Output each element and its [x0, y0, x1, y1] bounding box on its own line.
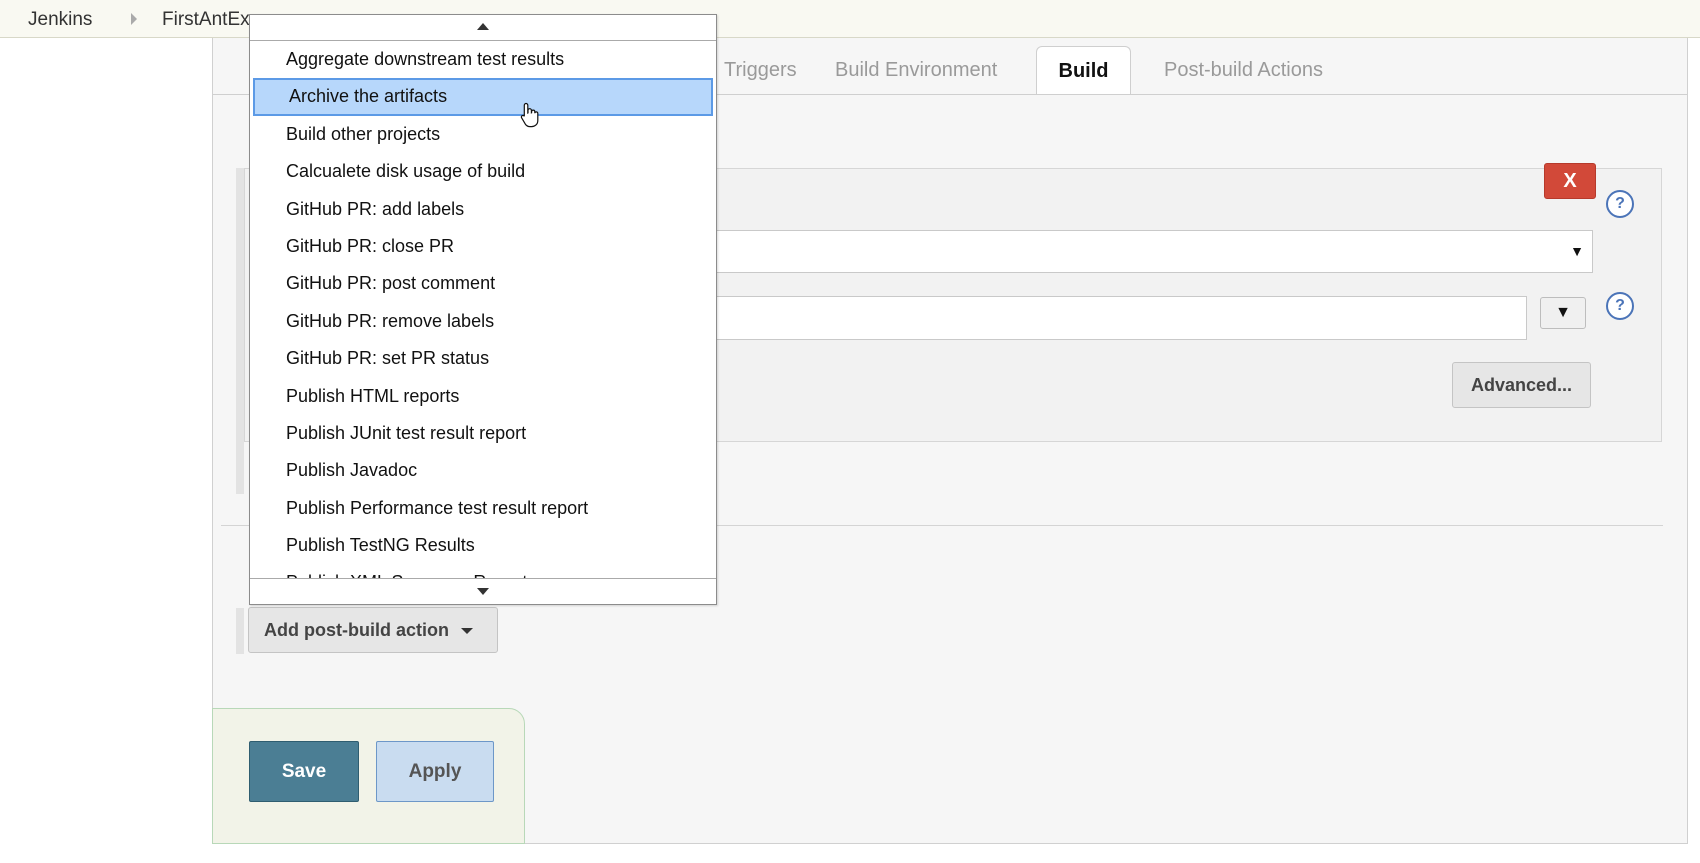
caret-down-icon — [460, 628, 473, 635]
breadcrumb-separator-icon — [131, 13, 137, 25]
variable-dropdown-button[interactable]: ▼ — [1540, 297, 1586, 329]
menu-item-github-remove-labels[interactable]: GitHub PR: remove labels — [250, 303, 716, 340]
menu-item-archive-artifacts[interactable]: Archive the artifacts — [253, 78, 713, 116]
menu-item-github-post-comment[interactable]: GitHub PR: post comment — [250, 265, 716, 302]
menu-item-list: Aggregate downstream test results Archiv… — [250, 41, 716, 579]
menu-item-github-close-pr[interactable]: GitHub PR: close PR — [250, 228, 716, 265]
scroll-up-button[interactable] — [250, 15, 716, 41]
menu-item-aggregate-downstream[interactable]: Aggregate downstream test results — [250, 41, 716, 78]
help-icon[interactable]: ? — [1606, 190, 1634, 218]
tab-build-environment[interactable]: Build Environment — [819, 46, 1013, 94]
menu-item-publish-performance[interactable]: Publish Performance test result report — [250, 490, 716, 527]
post-build-action-menu: Aggregate downstream test results Archiv… — [249, 14, 717, 605]
step-text-field[interactable] — [700, 296, 1527, 340]
menu-item-disk-usage[interactable]: Calcualete disk usage of build — [250, 153, 716, 190]
chevron-down-icon: ▼ — [1570, 243, 1584, 259]
advanced-button[interactable]: Advanced... — [1452, 362, 1591, 408]
post-build-rail — [236, 608, 244, 654]
menu-item-publish-testng[interactable]: Publish TestNG Results — [250, 527, 716, 564]
apply-button[interactable]: Apply — [376, 741, 494, 802]
add-post-build-action-label: Add post-build action — [264, 620, 449, 640]
hand-cursor-icon — [520, 102, 539, 128]
scroll-down-button[interactable] — [250, 578, 716, 604]
build-step-rail — [236, 168, 244, 494]
menu-item-publish-html[interactable]: Publish HTML reports — [250, 378, 716, 415]
breadcrumb-item-project[interactable]: FirstAntEx — [162, 9, 250, 31]
tab-triggers[interactable]: Triggers — [708, 46, 813, 94]
save-button[interactable]: Save — [249, 741, 359, 802]
add-post-build-action-button[interactable]: Add post-build action — [248, 607, 498, 653]
arrow-up-icon — [477, 23, 489, 30]
menu-item-publish-xml-summary[interactable]: Publish XML Summary Reports — [250, 564, 716, 579]
delete-step-button[interactable]: X — [1544, 163, 1596, 199]
menu-item-publish-javadoc[interactable]: Publish Javadoc — [250, 452, 716, 489]
help-icon-field[interactable]: ? — [1606, 292, 1634, 320]
menu-item-github-set-status[interactable]: GitHub PR: set PR status — [250, 340, 716, 377]
arrow-down-icon — [477, 588, 489, 595]
tab-post-build-actions[interactable]: Post-build Actions — [1148, 46, 1339, 94]
breadcrumb-item-jenkins[interactable]: Jenkins — [28, 9, 92, 31]
menu-item-github-add-labels[interactable]: GitHub PR: add labels — [250, 191, 716, 228]
menu-item-build-other-projects[interactable]: Build other projects — [250, 116, 716, 153]
step-select[interactable]: ▼ — [700, 230, 1593, 273]
menu-item-publish-junit[interactable]: Publish JUnit test result report — [250, 415, 716, 452]
tab-build[interactable]: Build — [1036, 46, 1131, 94]
